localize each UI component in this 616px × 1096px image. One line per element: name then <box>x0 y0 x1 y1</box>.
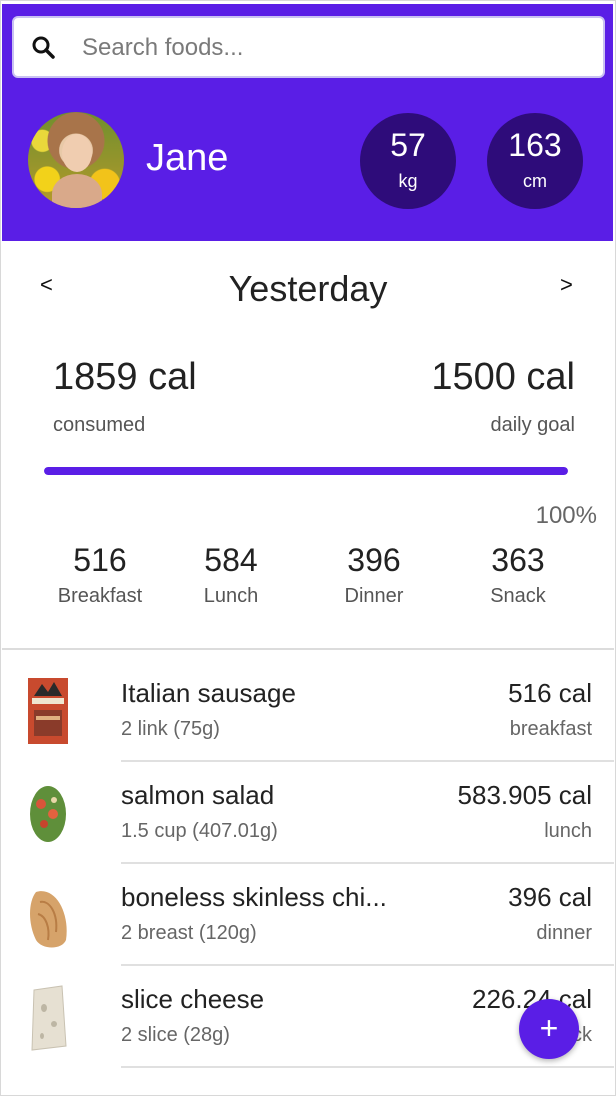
add-food-button[interactable]: + <box>519 999 579 1059</box>
food-meal: dinner <box>536 922 592 944</box>
meal-label: Dinner <box>344 585 404 607</box>
meal-label: Lunch <box>203 585 259 607</box>
weight-stat[interactable]: 57 kg <box>360 113 456 209</box>
food-amount: 1.5 cup (407.01g) <box>121 820 278 842</box>
meal-label: Snack <box>490 585 546 607</box>
food-name: salmon salad <box>121 780 275 810</box>
food-calories: 583.905 cal <box>457 780 592 810</box>
consumed-label: consumed <box>53 414 146 436</box>
meal-summary-dinner[interactable]: 396 Dinner <box>304 542 444 608</box>
list-separator <box>121 1066 614 1068</box>
chicken-breast-icon <box>30 891 67 948</box>
food-item-chicken-breast[interactable]: boneless skinless chi... 2 breast (120g)… <box>0 882 616 984</box>
calorie-progress-bar <box>44 467 568 475</box>
height-value: 163 <box>508 127 562 163</box>
meal-summary-breakfast[interactable]: 516 Breakfast <box>30 542 170 608</box>
height-unit: cm <box>523 171 547 191</box>
avatar-face <box>62 134 92 172</box>
cheese-icon <box>31 985 67 1051</box>
list-separator <box>121 862 614 864</box>
weight-value: 57 <box>390 127 426 163</box>
food-meal: lunch <box>544 820 592 842</box>
user-name: Jane <box>146 137 229 179</box>
food-item-salmon-salad[interactable]: salmon salad 1.5 cup (407.01g) 583.905 c… <box>0 780 616 882</box>
avatar-body <box>52 174 102 208</box>
sausage-package-icon <box>28 678 68 744</box>
meal-calories: 396 <box>347 542 401 578</box>
food-name: Italian sausage <box>121 678 296 708</box>
calories-goal: 1500 cal <box>431 356 575 398</box>
height-stat[interactable]: 163 cm <box>487 113 583 209</box>
meal-label: Breakfast <box>57 585 143 607</box>
search-bar[interactable] <box>12 16 605 78</box>
meal-calories: 363 <box>491 542 545 578</box>
list-separator <box>121 760 614 762</box>
meal-calories: 516 <box>73 542 127 578</box>
weight-unit: kg <box>398 171 418 191</box>
next-day-button[interactable]: > <box>560 272 573 298</box>
list-separator <box>121 964 614 966</box>
food-calories: 516 cal <box>508 678 592 708</box>
salad-bowl-icon <box>30 786 66 842</box>
meal-summary-snack[interactable]: 363 Snack <box>448 542 588 608</box>
calories-consumed: 1859 cal <box>53 356 197 398</box>
day-title: Yesterday <box>228 268 388 309</box>
meal-calories: 584 <box>204 542 258 578</box>
section-divider <box>2 648 614 650</box>
food-meal: breakfast <box>509 718 592 740</box>
calorie-progress-fill <box>44 467 568 475</box>
meal-summary-lunch[interactable]: 584 Lunch <box>161 542 301 608</box>
food-amount: 2 link (75g) <box>121 718 220 740</box>
food-name: slice cheese <box>121 984 265 1014</box>
food-amount: 2 breast (120g) <box>121 922 257 944</box>
search-input[interactable] <box>80 28 584 68</box>
search-icon <box>32 36 55 59</box>
food-name: boneless skinless chi... <box>121 882 387 912</box>
food-item-italian-sausage[interactable]: Italian sausage 2 link (75g) 516 cal bre… <box>0 678 616 780</box>
food-amount: 2 slice (28g) <box>121 1024 230 1046</box>
header: Jane 57 kg 163 cm <box>2 4 613 241</box>
progress-percent: 100% <box>535 502 597 529</box>
avatar[interactable] <box>28 112 124 208</box>
goal-label: daily goal <box>490 414 575 436</box>
food-calories: 396 cal <box>508 882 592 912</box>
